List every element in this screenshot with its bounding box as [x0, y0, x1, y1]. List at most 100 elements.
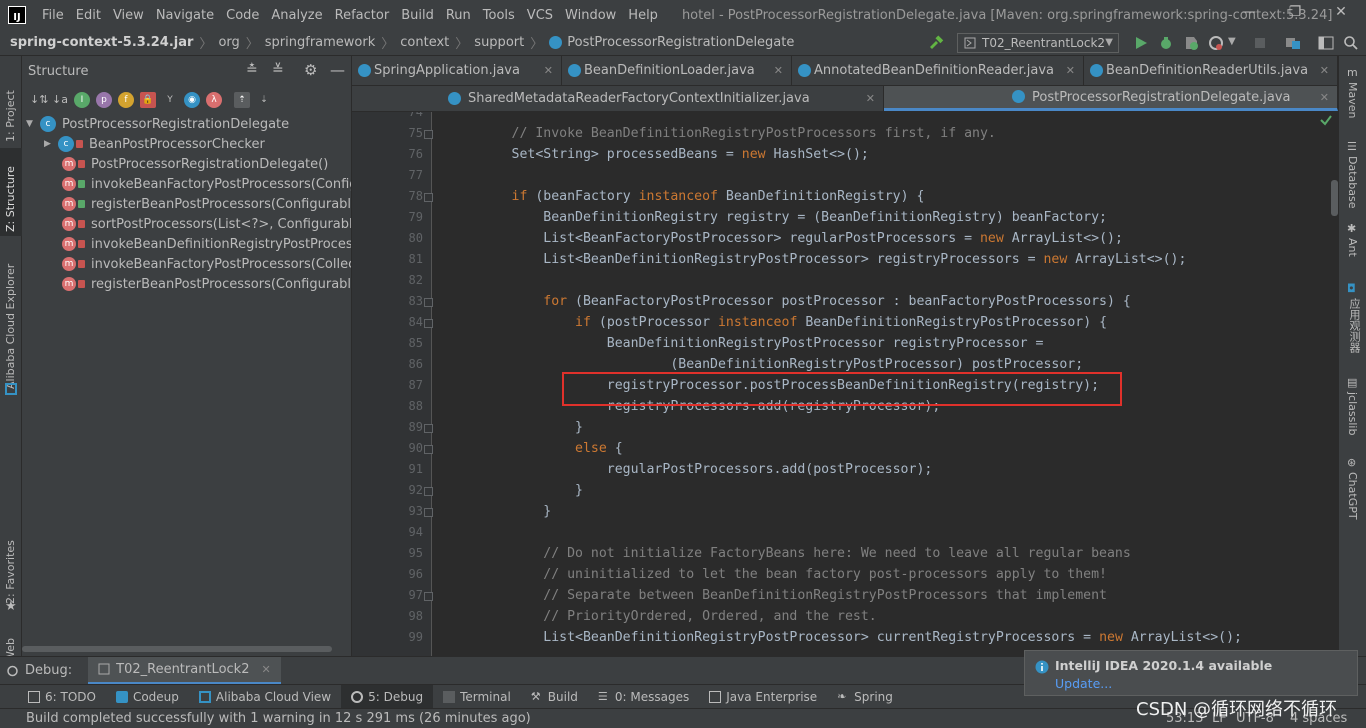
- tree-item-constructor[interactable]: m PostProcessorRegistrationDelegate(): [22, 154, 351, 174]
- close-icon[interactable]: ✕: [1320, 64, 1329, 77]
- debug-icon[interactable]: [1158, 35, 1174, 51]
- menu-vcs[interactable]: VCS: [521, 8, 559, 23]
- line-number[interactable]: 84: [383, 315, 423, 329]
- close-icon[interactable]: ✕: [1066, 64, 1075, 77]
- line-number[interactable]: 99: [383, 630, 423, 644]
- restore-button[interactable]: ❐: [1272, 4, 1318, 26]
- tool-tab-terminal[interactable]: Terminal: [433, 685, 521, 709]
- tree-item-inner-class[interactable]: ▶ c BeanPostProcessorChecker: [22, 134, 351, 154]
- menu-build[interactable]: Build: [395, 8, 440, 23]
- profiler-icon[interactable]: [1208, 35, 1224, 51]
- favorites-tool-tab[interactable]: 2: Favorites: [4, 536, 17, 604]
- line-number[interactable]: 85: [383, 336, 423, 350]
- tool-tab-codeup[interactable]: Codeup: [106, 685, 189, 709]
- coverage-icon[interactable]: [1183, 35, 1199, 51]
- tab-bean-definition-reader-utils[interactable]: BeanDefinitionReaderUtils.java ✕: [1084, 56, 1338, 85]
- breadcrumb-class[interactable]: PostProcessorRegistrationDelegate: [567, 35, 794, 50]
- line-number[interactable]: 89: [383, 420, 423, 434]
- code-line[interactable]: if (beanFactory instanceof BeanDefinitio…: [448, 186, 925, 207]
- breadcrumb-support[interactable]: support: [474, 35, 524, 50]
- code-editor[interactable]: 74 75 76 77 78 79 80 81 82 83 84 85 86 87 88 89 90 91 92 93…: [352, 112, 1338, 656]
- chevron-right-icon[interactable]: ▶: [44, 139, 58, 149]
- line-number[interactable]: 92: [383, 483, 423, 497]
- autoscroll-to-source-icon[interactable]: ⇡: [234, 92, 250, 108]
- code-line[interactable]: Set<String> processedBeans = new HashSet…: [448, 144, 869, 165]
- tool-tab-spring[interactable]: ❧ Spring: [827, 685, 903, 709]
- menu-tools[interactable]: Tools: [477, 8, 521, 23]
- breadcrumb-springframework[interactable]: springframework: [265, 35, 375, 50]
- update-link[interactable]: Update...: [1055, 676, 1112, 691]
- line-number[interactable]: 90: [383, 441, 423, 455]
- fold-marker[interactable]: [424, 508, 433, 517]
- line-number-gutter[interactable]: 74 75 76 77 78 79 80 81 82 83 84 85 86 87 88 89 90 91 92 93…: [352, 112, 433, 656]
- code-line[interactable]: }: [448, 480, 583, 501]
- code-line[interactable]: [448, 522, 512, 543]
- status-message[interactable]: Build completed successfully with 1 warn…: [26, 711, 531, 726]
- debug-session-tab[interactable]: T02_ReentrantLock2 ✕: [88, 656, 281, 685]
- tool-tab-java-enterprise[interactable]: Java Enterprise: [699, 685, 827, 709]
- vertical-scrollbar[interactable]: [1331, 180, 1338, 216]
- tree-item-method[interactable]: m invokeBeanFactoryPostProcessors(Config…: [22, 174, 351, 194]
- show-lambdas-icon[interactable]: λ: [206, 92, 222, 108]
- show-fields-icon[interactable]: f: [118, 92, 134, 108]
- tree-item-method[interactable]: m registerBeanPostProcessors(Configurabl…: [22, 194, 351, 214]
- layout-icon[interactable]: [1318, 35, 1334, 51]
- line-number[interactable]: 77: [383, 168, 423, 182]
- code-line[interactable]: regularPostProcessors.add(postProcessor)…: [448, 459, 933, 480]
- line-number[interactable]: 94: [383, 525, 423, 539]
- breadcrumb-jar[interactable]: spring-context-5.3.24.jar: [10, 35, 193, 50]
- project-structure-icon[interactable]: [1285, 35, 1301, 51]
- tool-tab-debug[interactable]: 5: Debug: [341, 684, 434, 709]
- code-line[interactable]: // PriorityOrdered, Ordered, and the res…: [448, 606, 876, 627]
- menu-window[interactable]: Window: [559, 8, 622, 23]
- close-window-button[interactable]: ✕: [1318, 4, 1364, 26]
- line-number[interactable]: 76: [383, 147, 423, 161]
- structure-tool-tab[interactable]: Z: Structure: [4, 152, 17, 232]
- code-line[interactable]: [448, 165, 512, 186]
- chatgpt-tool-tab[interactable]: ChatGPT: [1346, 472, 1359, 520]
- autoscroll-from-source-icon[interactable]: ⇣: [256, 92, 272, 108]
- close-icon[interactable]: ✕: [774, 64, 783, 77]
- show-lambdas-tree-icon[interactable]: Y: [162, 92, 178, 108]
- close-icon[interactable]: ✕: [1320, 91, 1329, 104]
- code-line[interactable]: List<BeanDefinitionRegistryPostProcessor…: [448, 627, 1242, 648]
- tool-tab-build[interactable]: ⚒ Build: [521, 685, 588, 709]
- search-icon[interactable]: [1343, 35, 1359, 51]
- line-number[interactable]: 82: [383, 273, 423, 287]
- close-icon[interactable]: ✕: [261, 663, 270, 676]
- project-tool-tab[interactable]: 1: Project: [4, 66, 17, 142]
- tab-bean-definition-loader[interactable]: BeanDefinitionLoader.java ✕: [562, 56, 792, 85]
- fold-marker[interactable]: [424, 592, 433, 601]
- tab-annotated-bean-definition-reader[interactable]: AnnotatedBeanDefinitionReader.java ✕: [792, 56, 1084, 85]
- show-properties-icon[interactable]: p: [96, 92, 112, 108]
- tree-item-method[interactable]: m sortPostProcessors(List<?>, Configurab…: [22, 214, 351, 234]
- tree-root[interactable]: ▼ c PostProcessorRegistrationDelegate: [22, 114, 351, 134]
- tree-item-method[interactable]: m registerBeanPostProcessors(Configurabl…: [22, 274, 351, 294]
- horizontal-scrollbar[interactable]: [22, 646, 352, 654]
- sort-alphabetically-icon[interactable]: ↓a: [52, 92, 68, 108]
- gear-icon[interactable]: ⚙: [304, 61, 317, 79]
- minimize-button[interactable]: —: [1226, 4, 1272, 26]
- line-number[interactable]: 83: [383, 294, 423, 308]
- tree-item-method[interactable]: m invokeBeanDefinitionRegistryPostProces…: [22, 234, 351, 254]
- line-number[interactable]: 97: [383, 588, 423, 602]
- menu-analyze[interactable]: Analyze: [265, 8, 328, 23]
- show-non-public-icon[interactable]: 🔒: [140, 92, 156, 108]
- line-number[interactable]: 98: [383, 609, 423, 623]
- update-notification[interactable]: IntelliJ IDEA 2020.1.4 available Update.…: [1024, 650, 1358, 696]
- menu-view[interactable]: View: [107, 8, 150, 23]
- fold-marker[interactable]: [424, 445, 433, 454]
- tab-post-processor-registration-delegate[interactable]: PostProcessorRegistrationDelegate.java ✕: [884, 86, 1338, 111]
- line-number[interactable]: 86: [383, 357, 423, 371]
- fold-marker[interactable]: [424, 319, 433, 328]
- fold-marker[interactable]: [424, 487, 433, 496]
- code-line[interactable]: List<BeanDefinitionRegistryPostProcessor…: [448, 249, 1186, 270]
- tab-spring-application[interactable]: SpringApplication.java ✕: [352, 56, 562, 85]
- code-line[interactable]: // Invoke BeanDefinitionRegistryPostProc…: [448, 123, 996, 144]
- code-line[interactable]: }: [448, 501, 551, 522]
- code-line[interactable]: for (BeanFactoryPostProcessor postProces…: [448, 291, 1131, 312]
- line-number[interactable]: 87: [383, 378, 423, 392]
- line-number[interactable]: 74: [383, 112, 423, 119]
- close-icon[interactable]: ✕: [866, 92, 875, 105]
- menu-navigate[interactable]: Navigate: [150, 8, 220, 23]
